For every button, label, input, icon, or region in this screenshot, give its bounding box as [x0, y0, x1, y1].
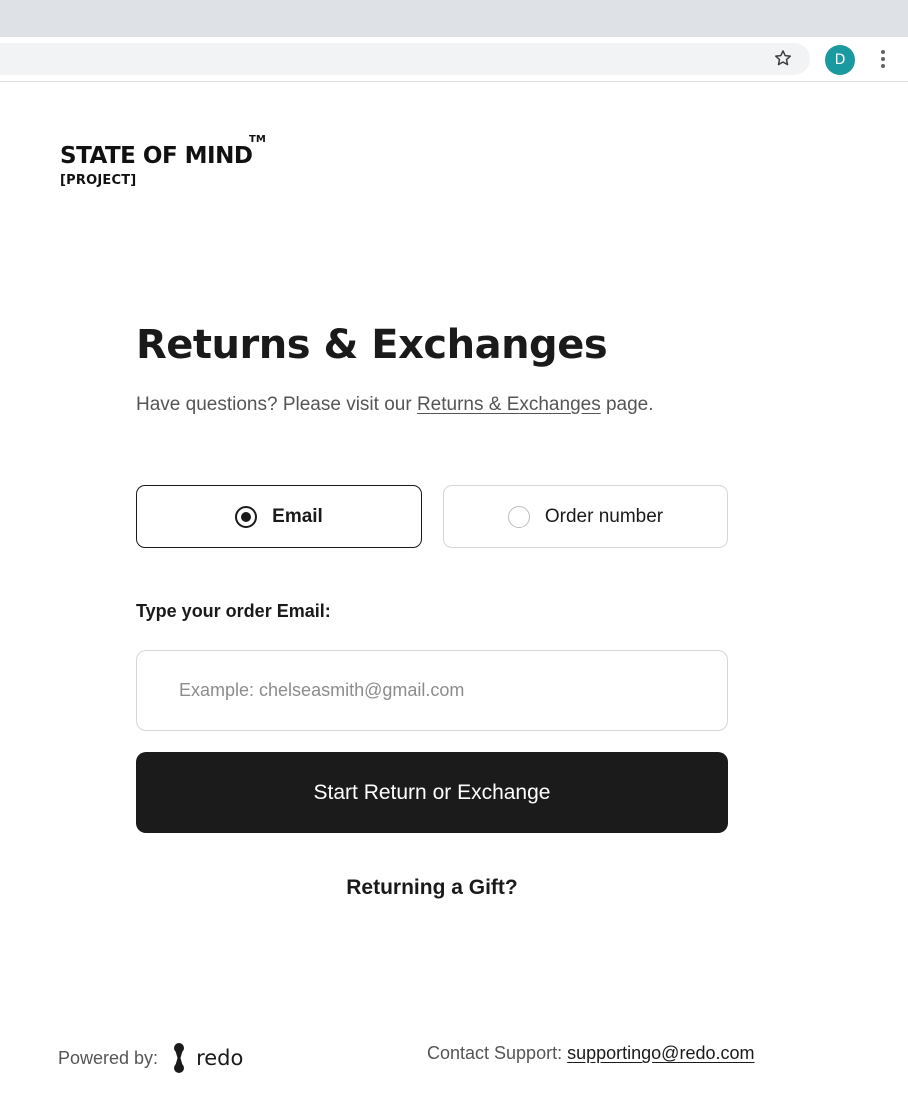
star-outline-icon[interactable]: [773, 48, 793, 68]
page-title: Returns & Exchanges: [136, 322, 608, 368]
returning-gift-link[interactable]: Returning a Gift?: [136, 876, 728, 900]
start-return-button[interactable]: Start Return or Exchange: [136, 752, 728, 833]
page-intro: Have questions? Please visit our Returns…: [136, 394, 654, 416]
powered-by-label: Powered by:: [58, 1047, 159, 1068]
logo-trademark: TM: [249, 134, 266, 145]
email-input[interactable]: [136, 650, 728, 731]
lookup-option-email[interactable]: Email: [136, 485, 422, 548]
radio-unselected-icon[interactable]: [507, 505, 530, 528]
lookup-option-order-number[interactable]: Order number: [443, 485, 728, 548]
lookup-option-label: Order number: [544, 505, 664, 527]
support-email-link[interactable]: supportingo@redo.com: [567, 1043, 754, 1063]
radio-selected-icon[interactable]: [235, 505, 258, 528]
contact-support: Contact Support: supportingo@redo.com: [427, 1043, 754, 1064]
browser-toolbar: [0, 37, 908, 82]
browser-tab-strip: [0, 0, 908, 37]
support-label: Contact Support:: [427, 1043, 563, 1063]
intro-text-after: page.: [600, 394, 654, 415]
intro-text-before: Have questions? Please visit our: [136, 394, 417, 415]
returns-policy-link[interactable]: Returns & Exchanges: [417, 394, 601, 415]
store-logo[interactable]: STATE OF MIND TM [PROJECT]: [60, 134, 266, 188]
logo-wordmark: STATE OF MIND: [60, 143, 253, 169]
email-field-label: Type your order Email:: [136, 601, 331, 621]
provider-name[interactable]: redo: [196, 1046, 243, 1070]
lookup-option-label: Email: [272, 505, 323, 527]
redo-logo-icon: [174, 1043, 185, 1073]
vertical-dots-icon[interactable]: [873, 48, 893, 70]
profile-avatar[interactable]: D: [825, 45, 855, 75]
address-bar[interactable]: [0, 43, 810, 75]
powered-by: Powered by: redo: [58, 1042, 243, 1074]
